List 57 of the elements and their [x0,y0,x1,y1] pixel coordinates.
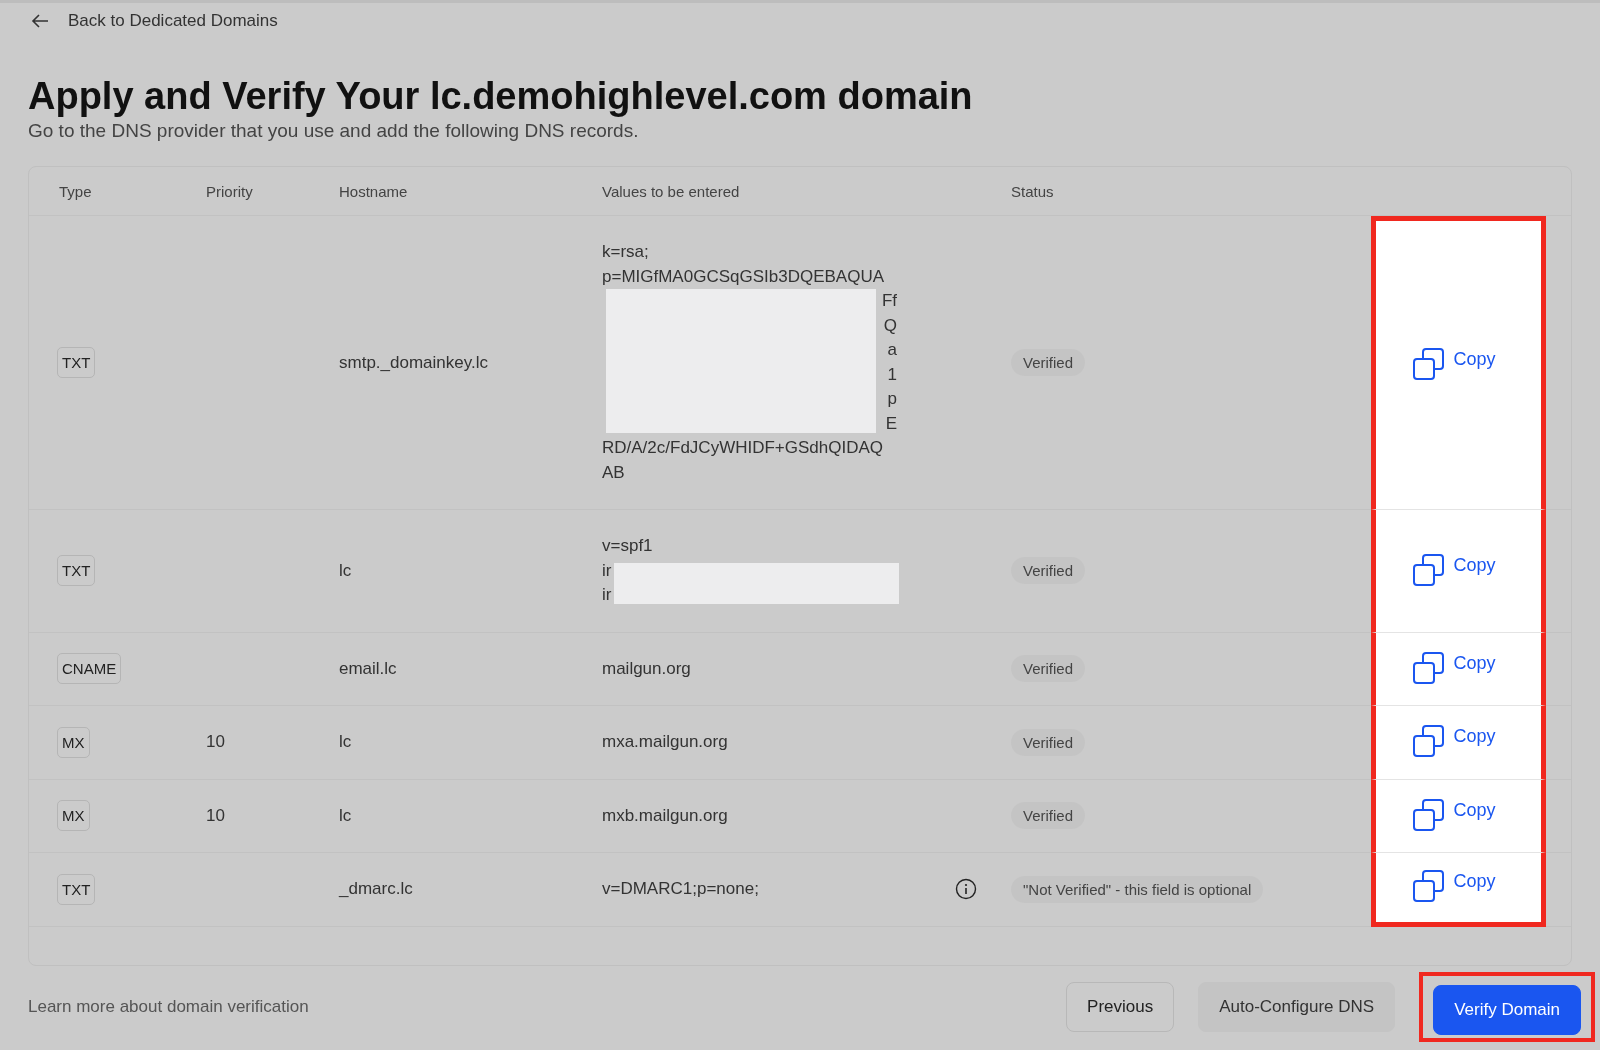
type-tag: TXT [57,555,96,587]
type-tag: MX [57,726,90,758]
hostname-text: lc [339,805,352,826]
type-tag: TXT [57,347,96,378]
value-text: 1 [887,364,897,384]
copy-button[interactable]: Copy [1411,347,1496,383]
copy-button[interactable]: Copy [1411,797,1496,834]
value-text: a [887,340,897,359]
value-text: mailgun.org [602,658,691,678]
value-text: E [885,413,897,433]
value-text: Q [883,315,897,335]
type-tag: MX [57,800,90,832]
value-text: v=spf1 [602,536,653,555]
column-header: Hostname [338,181,409,202]
status-badge: Verified [1011,802,1086,830]
status-badge: Verified [1011,349,1086,376]
copy-button[interactable]: Copy [1411,552,1496,589]
priority-text: 10 [206,805,225,826]
type-tag: TXT [57,873,96,905]
value-text: ir [602,585,612,604]
back-arrow-icon[interactable] [30,13,50,29]
status-badge: "Not Verified" - this field is optional [1011,875,1264,903]
value-text: RD/A/2c/FdJCyWHIDF+GSdhQIDAQ [602,438,884,457]
value-text: mxb.mailgun.org [602,805,728,825]
hostname-text: lc [339,732,352,753]
page-subtitle: Go to the DNS provider that you use and add the following DNS records. [28,120,640,142]
copy-button[interactable]: Copy [1411,869,1496,906]
hostname-text: _dmarc.lc [339,879,413,900]
value-text: AB [602,462,625,482]
back-link[interactable]: Back to Dedicated Domains [68,11,278,31]
column-header: Status [1010,181,1055,202]
page-title: Apply and Verify Your lc.demohighlevel.com domain [28,75,974,118]
verify-button[interactable]: Verify Domain [1433,984,1581,1035]
value-text: k=rsa; [602,242,649,261]
column-header: Type [58,181,93,202]
priority-text: 10 [206,732,225,753]
value-text: mxa.mailgun.org [602,732,728,751]
value-text: Ff [881,291,897,310]
info-icon[interactable] [955,878,977,901]
value-text: ir [602,560,612,580]
type-tag: CNAME [57,653,122,685]
auto-configure-button[interactable]: Auto-Configure DNS [1198,981,1396,1032]
status-badge: Verified [1011,728,1086,756]
status-badge: Verified [1011,655,1086,683]
value-text: v=DMARC1;p=none; [602,879,759,898]
status-badge: Verified [1011,557,1086,585]
hostname-text: smtp._domainkey.lc [339,352,488,373]
learn-more-link[interactable]: Learn more about domain verification [28,996,309,1017]
hostname-text: email.lc [339,658,397,679]
copy-button[interactable]: Copy [1411,650,1496,687]
value-text: p [887,389,897,408]
column-header: Priority [205,181,254,202]
value-text: p=MIGfMA0GCSqGSIb3DQEBAQUA [602,266,884,286]
previous-button[interactable]: Previous [1066,981,1175,1032]
copy-button[interactable]: Copy [1411,724,1496,761]
hostname-text: lc [339,560,352,581]
column-header: Values to be entered [601,181,741,202]
